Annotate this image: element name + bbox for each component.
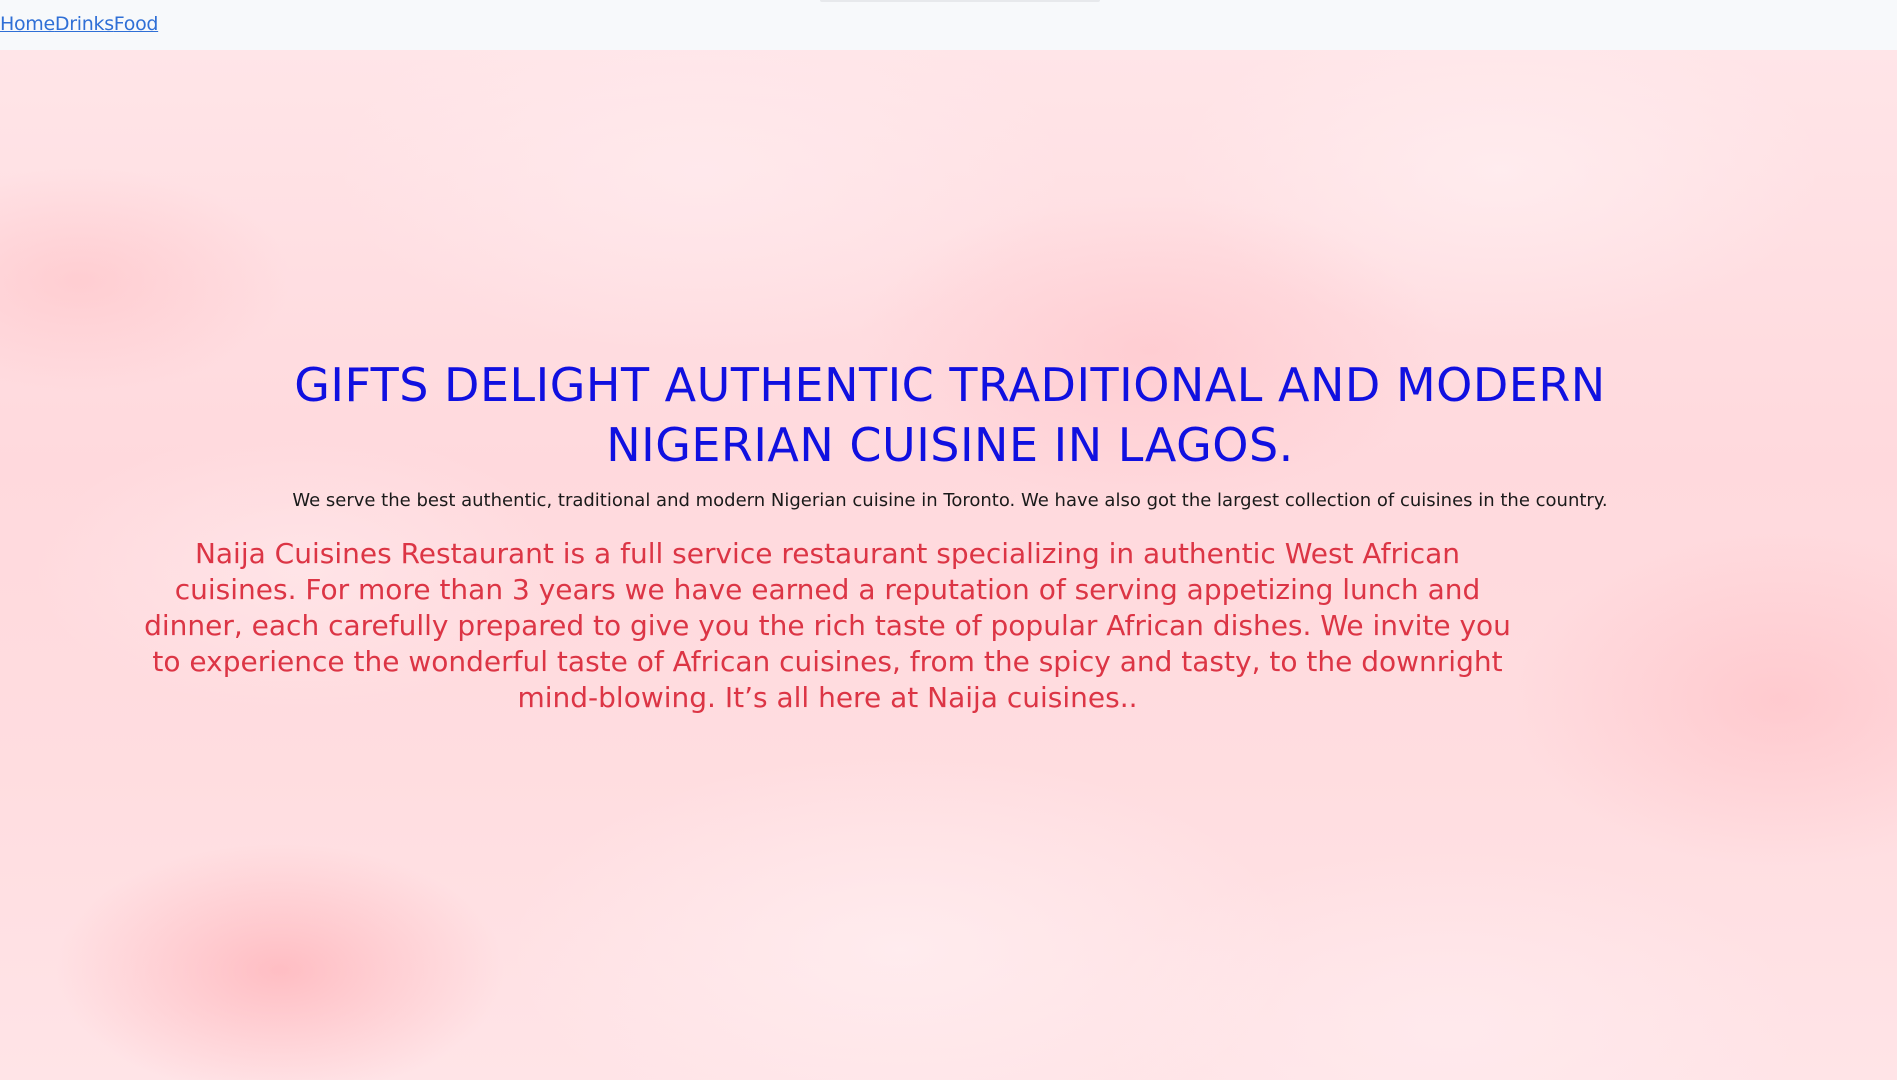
nav-links: Home Drinks Food [0,13,158,35]
hero-title: GIFTS DELIGHT AUTHENTIC TRADITIONAL AND … [294,358,1606,472]
navbar-divider [820,0,1100,2]
page: Home Drinks Food GIFTS DELIGHT AUTHENTIC… [0,0,1897,1080]
hero-subtitle: We serve the best authentic, traditional… [292,490,1608,511]
restaurant-intro: Naija Cuisines Restaurant is a full serv… [144,537,1511,714]
nav-link-drinks[interactable]: Drinks [55,13,114,35]
top-navbar: Home Drinks Food [0,0,1897,50]
nav-link-food[interactable]: Food [114,13,159,35]
nav-link-home[interactable]: Home [0,13,55,35]
